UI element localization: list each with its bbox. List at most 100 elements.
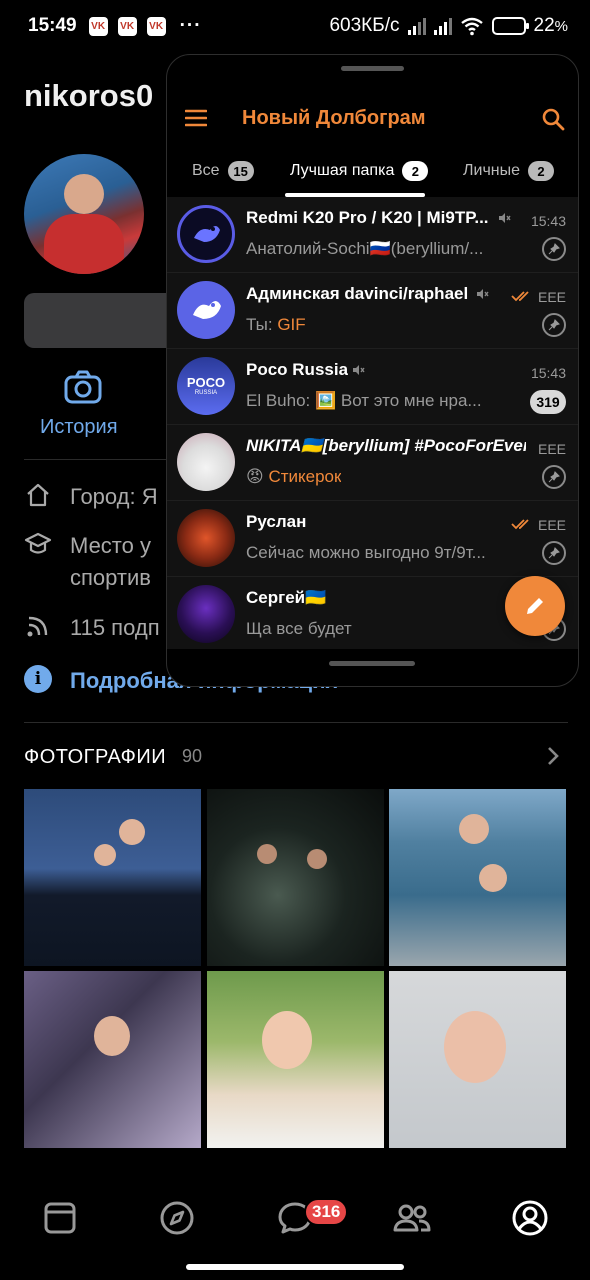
poco-logo-text: POCO xyxy=(186,374,226,390)
edit-profile-button[interactable] xyxy=(24,293,184,348)
photos-count: 90 xyxy=(182,746,203,766)
place-text-line2: спортив xyxy=(70,565,151,590)
muted-icon xyxy=(353,365,365,375)
tab-all[interactable]: Все 15 xyxy=(192,161,254,181)
photo-thumbnail[interactable] xyxy=(207,971,384,1148)
chat-row[interactable]: POCO RUSSIA Poco Russia 15:43 El Buho: 🖼… xyxy=(167,349,578,425)
chat-name: Админская davinci/raphael xyxy=(246,284,469,303)
chat-name: Сергей🇺🇦 xyxy=(246,588,327,607)
signal-icon xyxy=(433,17,452,35)
info-icon: i xyxy=(24,665,52,693)
chat-row[interactable]: NIKITA🇺🇦[beryllium] #PocoForEver ЕЕЕ 😡 С… xyxy=(167,425,578,501)
admin-group-icon xyxy=(193,301,221,319)
search-icon[interactable] xyxy=(541,107,565,131)
chat-avatar xyxy=(177,433,235,491)
bottom-navigation xyxy=(0,1180,590,1260)
chat-preview: Ща все будет xyxy=(246,619,352,638)
pin-icon xyxy=(542,313,566,337)
friends-icon[interactable] xyxy=(392,1198,432,1238)
profile-icon[interactable] xyxy=(510,1198,550,1238)
education-icon xyxy=(24,532,52,554)
messages-badge: 316 xyxy=(304,1198,349,1226)
pencil-icon xyxy=(527,598,543,614)
vk-notification-icon: VK xyxy=(117,16,137,36)
pin-icon xyxy=(542,541,566,565)
feed-icon[interactable] xyxy=(40,1198,80,1238)
chat-preview: Ты: GIF xyxy=(246,315,306,334)
photo-thumbnail[interactable] xyxy=(389,789,566,966)
chat-avatar xyxy=(177,585,235,643)
info-city: Город: Я xyxy=(24,481,158,513)
tab-count-badge: 15 xyxy=(227,161,254,181)
chat-time: ЕЕЕ xyxy=(537,289,566,305)
more-notifications-icon: ··· xyxy=(179,15,202,36)
battery-icon xyxy=(491,17,529,35)
chat-time: 15:43 xyxy=(530,213,566,229)
chevron-right-icon[interactable] xyxy=(545,744,561,768)
tab-label: Личные xyxy=(463,162,521,179)
city-text: Город: Я xyxy=(70,484,158,509)
profile-avatar[interactable] xyxy=(24,154,144,274)
drag-handle[interactable] xyxy=(341,66,404,71)
read-double-check-icon xyxy=(511,291,529,302)
chat-preview: 😡 Стикерок xyxy=(246,467,342,486)
status-bar: 15:49 VK VK VK ··· 603КБ/с 22% xyxy=(0,0,590,52)
chat-avatar: POCO RUSSIA xyxy=(177,357,235,415)
discover-icon[interactable] xyxy=(157,1198,197,1238)
poco-logo-subtext: RUSSIA xyxy=(194,389,218,396)
info-followers[interactable]: 115 подп xyxy=(24,612,160,644)
photo-thumbnail[interactable] xyxy=(207,789,384,966)
chat-preview: El Buho: 🖼️ Вот это мне нра... xyxy=(246,391,482,410)
home-indicator[interactable] xyxy=(186,1264,404,1270)
followers-text: 115 подп xyxy=(70,615,160,640)
status-time: 15:49 xyxy=(28,15,77,36)
camera-icon[interactable] xyxy=(62,366,104,408)
chat-time: ЕЕЕ xyxy=(537,441,566,457)
chat-avatar xyxy=(177,509,235,567)
chat-time: ЕЕЕ xyxy=(537,517,566,533)
tab-count-badge: 2 xyxy=(402,161,429,181)
chat-avatar xyxy=(177,281,235,339)
chat-name: Redmi K20 Pro / K20 | Mi9TP... xyxy=(246,208,489,227)
chat-preview: Сейчас можно выгодно 9т/9т... xyxy=(246,543,486,562)
tab-label: Все xyxy=(192,162,220,179)
read-double-check-icon xyxy=(511,519,529,530)
story-label[interactable]: История xyxy=(40,416,118,439)
tab-best-folder[interactable]: Лучшая папка 2 xyxy=(290,161,429,181)
tab-count-badge: 2 xyxy=(528,161,555,181)
hamburger-menu-icon[interactable] xyxy=(185,109,207,127)
photos-section-title[interactable]: ФОТОГРАФИИ xyxy=(24,746,166,769)
home-icon xyxy=(27,483,49,507)
app-title: Новый Долбограм xyxy=(242,107,426,129)
wifi-icon xyxy=(460,17,483,36)
tab-personal[interactable]: Личные 2 xyxy=(463,161,555,181)
chat-row[interactable]: Админская davinci/raphael ЕЕЕ Ты: GIF xyxy=(167,273,578,349)
chat-app-header: Новый Долбограм xyxy=(167,89,578,149)
muted-icon xyxy=(477,289,489,299)
chat-name: NIKITA🇺🇦[beryllium] #PocoForEver xyxy=(246,436,526,455)
compose-message-button[interactable] xyxy=(505,576,565,636)
folder-tabs: Все 15 Лучшая папка 2 Личные 2 xyxy=(167,155,578,197)
photo-thumbnail[interactable] xyxy=(24,789,201,966)
chat-row[interactable]: Redmi K20 Pro / K20 | Mi9TP... 15:43 Ана… xyxy=(167,197,578,273)
chat-name: Poco Russia xyxy=(246,360,349,379)
muted-icon xyxy=(499,213,511,223)
signal-icon xyxy=(407,17,426,35)
vk-notification-icon: VK xyxy=(146,16,166,36)
redmi-group-icon xyxy=(194,226,220,242)
chat-preview: Анатолий-Sochi🇷🇺(beryllium/... xyxy=(246,239,484,258)
info-place: Место у спортив xyxy=(24,530,151,594)
chat-time: 15:43 xyxy=(530,365,566,381)
network-speed: 603КБ/с xyxy=(329,15,400,36)
pin-icon xyxy=(542,465,566,489)
place-text-line1: Место у xyxy=(70,533,151,558)
photo-thumbnail[interactable] xyxy=(389,971,566,1148)
chat-avatar xyxy=(177,205,235,263)
chat-row[interactable]: Руслан ЕЕЕ Сейчас можно выгодно 9т/9т... xyxy=(167,501,578,577)
photo-thumbnail[interactable] xyxy=(24,971,201,1148)
chat-name: Руслан xyxy=(246,512,307,531)
divider xyxy=(24,722,568,723)
resize-handle[interactable] xyxy=(329,661,415,666)
pin-icon xyxy=(542,237,566,261)
battery-percent: 22% xyxy=(533,15,568,36)
